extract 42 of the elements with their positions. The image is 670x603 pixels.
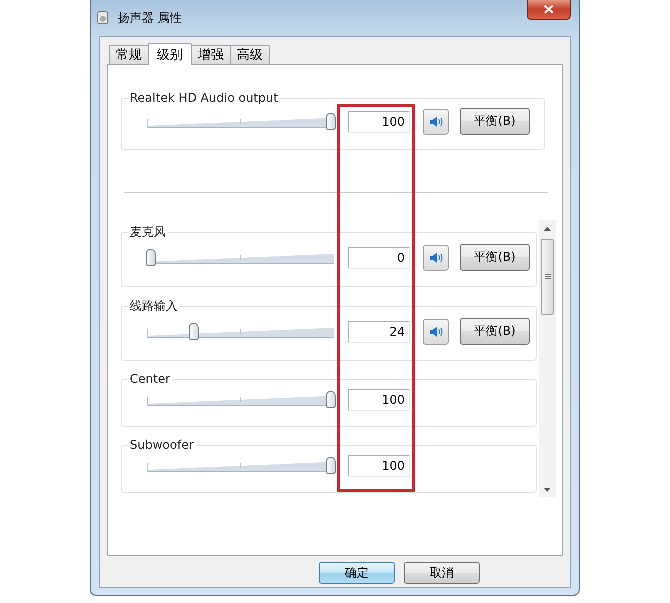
speaker-button[interactable] (423, 318, 449, 344)
channel-name: Subwoofer (129, 438, 195, 452)
balance-button[interactable]: 平衡(B) (460, 108, 530, 135)
scroll-up-icon[interactable] (544, 227, 552, 231)
window-title: 扬声器 属性 (118, 10, 182, 26)
level-field[interactable]: 0 (348, 246, 410, 268)
level-field[interactable]: 100 (348, 110, 410, 132)
slider-thumb[interactable] (326, 112, 336, 130)
speaker-box-icon (96, 11, 110, 25)
speaker-button[interactable] (423, 108, 449, 134)
tab[interactable]: 增强 (191, 45, 231, 64)
dialog-button[interactable]: 确定 (319, 562, 395, 584)
channel-name: 线路输入 (129, 298, 179, 315)
level-field[interactable]: 100 (348, 389, 410, 411)
scrollbar[interactable] (539, 220, 556, 497)
dialog-button[interactable]: 取消 (404, 562, 480, 584)
scroll-down-icon[interactable] (544, 488, 552, 492)
tab[interactable]: 常规 (109, 45, 149, 64)
speaker-icon (429, 252, 443, 264)
channel-name: Center (129, 372, 172, 386)
slider-thumb[interactable] (326, 391, 336, 408)
volume-slider[interactable] (146, 389, 338, 411)
grip-icon (544, 274, 551, 280)
close-button[interactable] (527, 0, 571, 20)
slider-thumb[interactable] (189, 322, 200, 340)
close-icon (544, 5, 554, 14)
scroll-thumb[interactable] (541, 239, 554, 315)
channel-name: 麦克风 (129, 224, 167, 241)
level-field[interactable]: 100 (348, 455, 410, 477)
volume-slider[interactable] (146, 455, 338, 477)
balance-button[interactable]: 平衡(B) (460, 318, 530, 345)
tab[interactable]: 高级 (230, 45, 270, 64)
speaker-button[interactable] (423, 244, 449, 270)
slider-thumb[interactable] (146, 248, 156, 266)
balance-button[interactable]: 平衡(B) (460, 244, 530, 271)
level-field[interactable]: 24 (348, 320, 410, 342)
tab[interactable]: 级别 (148, 43, 192, 65)
speaker-icon (429, 326, 443, 338)
speaker-icon (429, 116, 443, 128)
channel-name: Realtek HD Audio output (129, 91, 280, 105)
slider-thumb[interactable] (326, 457, 336, 474)
volume-slider[interactable] (146, 110, 338, 132)
